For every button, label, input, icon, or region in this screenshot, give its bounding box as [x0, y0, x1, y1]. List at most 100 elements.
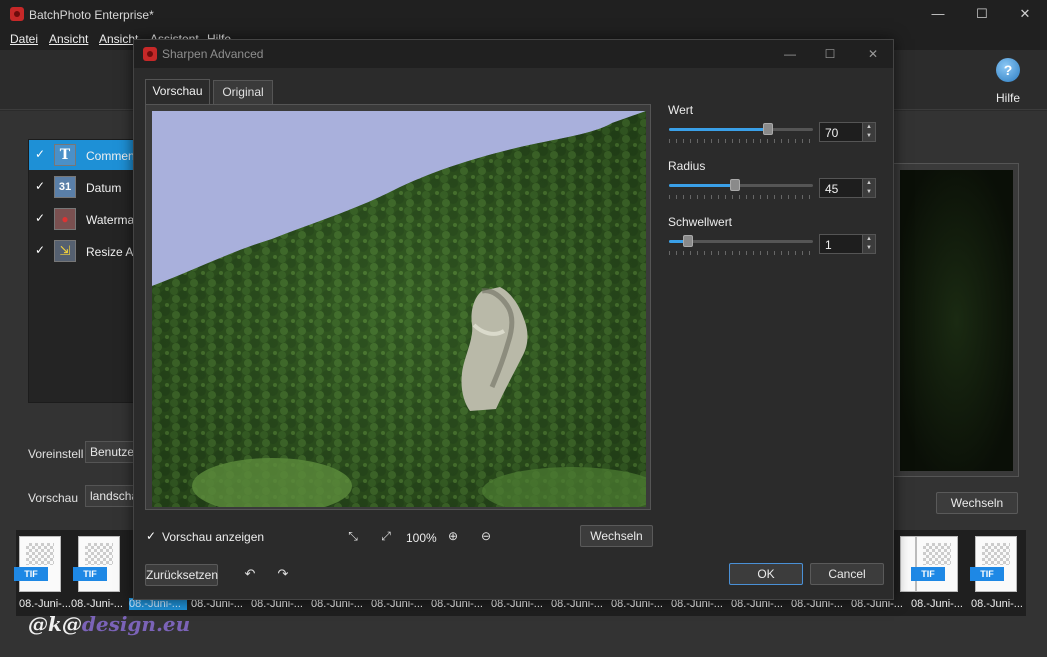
action-item-comment[interactable]: ✓ T Comment [29, 140, 139, 170]
wert-slider[interactable] [669, 123, 813, 135]
reset-button[interactable]: Zurücksetzen [145, 564, 218, 586]
action-label: Datum [86, 181, 122, 195]
preset-dropdown[interactable]: Benutzer [85, 441, 140, 463]
schwellwert-slider-handle[interactable] [683, 235, 693, 247]
minimize-button[interactable]: — [926, 4, 950, 24]
undo-icon[interactable]: ↶ [242, 566, 258, 582]
dialog-minimize-button[interactable]: — [779, 44, 801, 64]
wert-slider-fill [669, 128, 770, 131]
tab-vorschau[interactable]: Vorschau [145, 79, 210, 105]
radius-spin-buttons[interactable]: ▲ ▼ [862, 179, 875, 197]
action-list: ✓ T Comment ✓ 31 Datum ✓ ● Watermark ✓ ⇲… [28, 139, 139, 403]
wert-label: Wert [668, 103, 694, 117]
schwellwert-value[interactable]: 1 [825, 238, 832, 252]
radius-slider-fill [669, 184, 734, 187]
checkbox-icon[interactable]: ✓ [35, 244, 47, 256]
dialog-close-button[interactable]: ✕ [862, 44, 884, 64]
thumbnail[interactable]: TIF [970, 536, 1017, 592]
show-preview-label[interactable]: Vorschau anzeigen [162, 530, 264, 544]
tif-badge: TIF [911, 567, 945, 581]
wert-ticks [669, 139, 813, 143]
resize-icon: ⇲ [54, 240, 76, 262]
ok-button[interactable]: OK [729, 563, 803, 585]
app-title: BatchPhoto Enterprise* [29, 8, 154, 22]
action-label: Resize Advanced [86, 245, 138, 259]
schwellwert-spinbox[interactable]: 1 ▲ ▼ [819, 234, 876, 254]
wert-value[interactable]: 70 [825, 126, 838, 140]
tab-original[interactable]: Original [213, 80, 273, 104]
menu-datei[interactable]: Datei [10, 32, 38, 46]
dialog-titlebar: Sharpen Advanced — ☐ ✕ [134, 40, 893, 68]
tif-badge: TIF [970, 567, 1004, 581]
action-label: Comment [86, 149, 138, 163]
thumbnail[interactable]: TIF [73, 536, 120, 592]
watermark-suffix: design.eu [81, 612, 191, 636]
radius-spinbox[interactable]: 45 ▲ ▼ [819, 178, 876, 198]
action-item-resize-advanced[interactable]: ✓ ⇲ Resize Advanced [29, 236, 139, 266]
app-logo-icon [143, 47, 157, 61]
calendar-31-icon: 31 [54, 176, 76, 198]
result-preview [893, 163, 1019, 477]
thumbnail-label[interactable]: 08.-Juni-... [911, 598, 969, 610]
help-icon[interactable]: ? [996, 58, 1020, 82]
wert-spinbox[interactable]: 70 ▲ ▼ [819, 122, 876, 142]
main-switch-button[interactable]: Wechseln [936, 492, 1018, 514]
checkbox-icon[interactable]: ✓ [35, 212, 47, 224]
preview-frame [145, 104, 651, 510]
result-preview-image [900, 170, 1013, 471]
radius-value[interactable]: 45 [825, 182, 838, 196]
thumbnail-label[interactable]: 08.-Juni-... [71, 598, 129, 610]
tif-badge: TIF [14, 567, 48, 581]
app-logo-icon [10, 7, 24, 21]
close-button[interactable]: ✕ [1013, 4, 1037, 24]
show-preview-checkbox[interactable]: ✓ [146, 530, 158, 542]
spin-down-icon: ▼ [866, 189, 872, 195]
checkbox-icon[interactable]: ✓ [35, 148, 47, 160]
watermark-prefix: @k@ [28, 612, 82, 636]
cancel-button[interactable]: Cancel [810, 563, 884, 585]
radius-ticks [669, 195, 813, 199]
schwellwert-label: Schwellwert [668, 215, 733, 229]
checkbox-icon[interactable]: ✓ [35, 180, 47, 192]
spin-up-icon: ▲ [866, 236, 872, 242]
maximize-button[interactable]: ☐ [970, 4, 994, 24]
action-label: Watermark [86, 213, 138, 227]
menu-ansicht[interactable]: Ansicht [49, 32, 88, 46]
zoom-level: 100% [406, 531, 437, 545]
schwellwert-spin-buttons[interactable]: ▲ ▼ [862, 235, 875, 253]
help-label[interactable]: Hilfe [996, 91, 1020, 105]
thumbnail[interactable]: TIF [911, 536, 958, 592]
preview-image [152, 111, 646, 507]
thumbnail-label[interactable]: 08.-Juni-... [19, 598, 77, 610]
zoom-in-icon[interactable]: ⊕ [446, 529, 460, 543]
preview-label: Vorschau [28, 491, 79, 505]
schwellwert-slider[interactable] [669, 235, 813, 247]
zoom-out-icon[interactable]: ⊖ [479, 529, 493, 543]
wert-spin-buttons[interactable]: ▲ ▼ [862, 123, 875, 141]
thumbnail[interactable]: TIF [14, 536, 61, 592]
action-item-watermark[interactable]: ✓ ● Watermark [29, 204, 139, 234]
spin-down-icon: ▼ [866, 245, 872, 251]
expand-icon[interactable]: ⤢ [379, 529, 393, 543]
sharpen-advanced-dialog: Sharpen Advanced — ☐ ✕ Vorschau Original [133, 39, 894, 600]
radius-slider-handle[interactable] [730, 179, 740, 191]
spin-down-icon: ▼ [866, 133, 872, 139]
dialog-maximize-button[interactable]: ☐ [819, 44, 841, 64]
radius-slider[interactable] [669, 179, 813, 191]
preset-label: Voreinstell [28, 447, 84, 461]
thumbnail[interactable] [900, 536, 916, 592]
fit-to-window-icon[interactable]: ⤡ [346, 529, 360, 543]
dialog-switch-button[interactable]: Wechseln [580, 525, 653, 547]
text-T-icon: T [54, 144, 76, 166]
spin-up-icon: ▲ [866, 124, 872, 130]
action-item-datum[interactable]: ✓ 31 Datum [29, 172, 139, 202]
wert-slider-handle[interactable] [763, 123, 773, 135]
thumbnail-label[interactable]: 08.-Juni-... [971, 598, 1029, 610]
redo-icon[interactable]: ↷ [275, 566, 291, 582]
spin-up-icon: ▲ [866, 180, 872, 186]
radius-label: Radius [668, 159, 706, 173]
schwellwert-ticks [669, 251, 813, 255]
preview-dropdown[interactable]: landschaft [85, 485, 140, 507]
tif-badge: TIF [73, 567, 107, 581]
watermark-icon: ● [54, 208, 76, 230]
